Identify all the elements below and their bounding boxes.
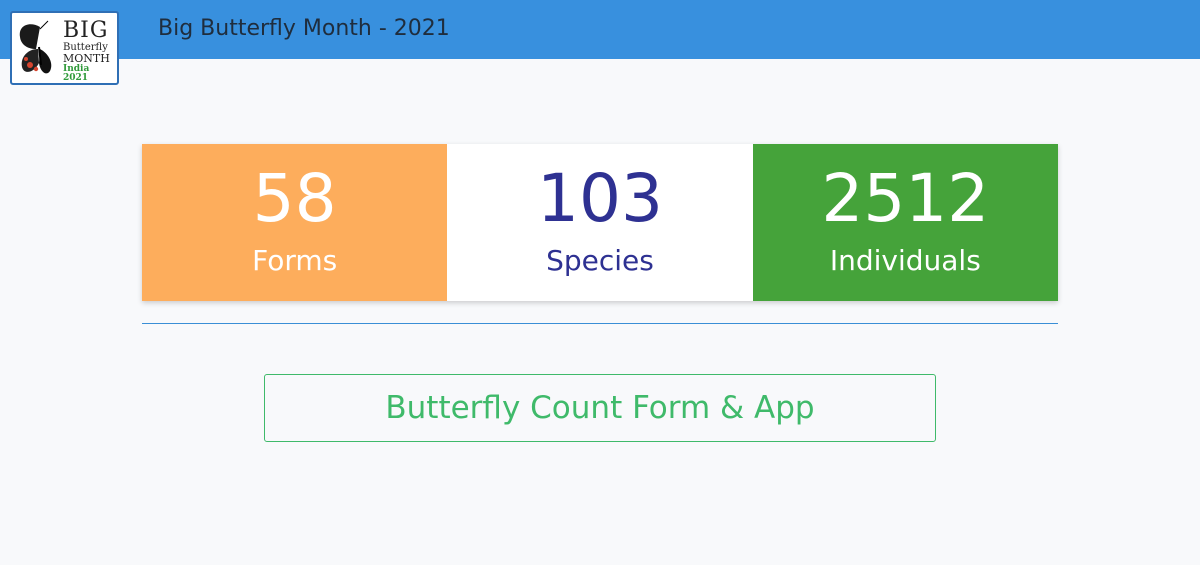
stat-forms: 58 Forms <box>142 144 448 301</box>
stat-individuals: 2512 Individuals <box>752 144 1058 301</box>
logo-text-india: India 2021 <box>63 64 90 83</box>
butterfly-count-form-button[interactable]: Butterfly Count Form & App <box>264 374 936 442</box>
stats-panel: 58 Forms 103 Species 2512 Individuals <box>142 144 1058 301</box>
stat-species: 103 Species <box>447 144 753 301</box>
butterfly-icon <box>19 20 52 74</box>
individuals-count: 2512 <box>821 160 990 237</box>
big-butterfly-month-logo[interactable]: Big Butterfly Month India 2021 <box>10 11 119 85</box>
page-title: Big Butterfly Month - 2021 <box>158 16 450 41</box>
species-count: 103 <box>537 160 663 237</box>
top-navbar: Big Butterfly Month - 2021 <box>0 0 1200 59</box>
forms-count: 58 <box>252 160 337 237</box>
forms-label: Forms <box>252 244 338 277</box>
logo-text-big: Big <box>63 18 109 43</box>
section-divider <box>142 323 1058 324</box>
logo-text-month: Month <box>63 52 110 65</box>
individuals-label: Individuals <box>829 244 981 277</box>
species-label: Species <box>546 244 654 277</box>
